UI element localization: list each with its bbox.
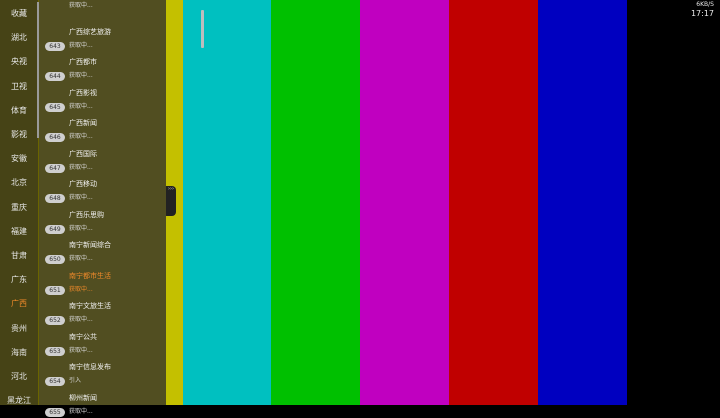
category-item[interactable]: 央视 bbox=[0, 57, 38, 67]
channel-status: 获取中... bbox=[69, 163, 93, 171]
channel-number-badge: 652 bbox=[45, 316, 65, 325]
channel-number-badge: 646 bbox=[45, 133, 65, 142]
channel-row[interactable]: 650 南宁新闻综合 获取中... bbox=[39, 235, 166, 265]
channel-list: 获取中... 643 广西综艺旅游 获取中... 644 广西都市 获取中... 645 广西影… bbox=[39, 0, 204, 417]
color-bar bbox=[627, 0, 720, 405]
channel-row[interactable]: 649 广西乐思购获取中... bbox=[39, 205, 166, 235]
channel-name: 南宁信息发布 bbox=[69, 363, 111, 371]
category-item[interactable]: 安徽 bbox=[0, 154, 38, 164]
channel-name: 广西综艺旅游 bbox=[69, 27, 111, 36]
channel-status: 获取中... bbox=[69, 194, 93, 201]
category-item[interactable]: 影视 bbox=[0, 130, 38, 140]
channel-status: 获取中... bbox=[69, 285, 93, 293]
channel-name: 广西乐思购 bbox=[69, 210, 104, 219]
handle-arrows-icon: ››› bbox=[168, 186, 174, 192]
channel-status: 获取中... bbox=[69, 255, 93, 262]
category-item[interactable]: 福建 bbox=[0, 227, 38, 237]
clock: 17:17 bbox=[690, 9, 714, 18]
channel-name: 广西国际 bbox=[69, 149, 97, 158]
channel-row[interactable]: 647 广西国际获取中... bbox=[39, 144, 166, 174]
channel-row[interactable]: 获取中... bbox=[39, 0, 166, 21]
category-item[interactable]: 收藏 bbox=[0, 9, 38, 19]
channel-name: 南宁都市生活 bbox=[69, 271, 111, 280]
network-speed: 6KB/S bbox=[696, 1, 714, 8]
channel-name: 广西新闻 bbox=[69, 119, 97, 127]
channel-status: 引入 bbox=[69, 377, 82, 384]
status-overlay: 6KB/S 17:17 bbox=[691, 1, 714, 18]
expand-handle[interactable]: ››› bbox=[166, 186, 176, 216]
color-bar bbox=[360, 0, 449, 405]
channel-row[interactable]: 646 广西新闻获取中... bbox=[39, 113, 166, 143]
category-item[interactable]: 贵州 bbox=[0, 324, 38, 334]
category-item[interactable]: 体育 bbox=[0, 106, 38, 116]
channel-row[interactable]: 645 广西影视获取中... bbox=[39, 83, 166, 113]
channel-number-badge: 648 bbox=[45, 194, 65, 203]
channel-name: 南宁公共 bbox=[69, 332, 97, 341]
channel-number-badge: 654 bbox=[45, 377, 65, 386]
category-item[interactable]: 卫视 bbox=[0, 82, 38, 92]
channel-status: 获取中... bbox=[69, 72, 93, 79]
channel-row[interactable]: 652 南宁文旅生活 获取中... bbox=[39, 296, 166, 326]
category-list: 收藏 湖北 央视 卫视 体育 影视 安徽 北京 重庆 福建 甘肃 广东 广西 贵州 海南 河北 黑龙江 bbox=[0, 0, 39, 405]
color-bar bbox=[271, 0, 360, 405]
color-bar bbox=[449, 0, 538, 405]
channel-row[interactable]: 643 广西综艺旅游 获取中... bbox=[39, 22, 166, 52]
channel-number-badge: 653 bbox=[45, 346, 65, 356]
channel-name: 广西移动 bbox=[69, 180, 97, 188]
channel-status: 获取中... bbox=[69, 41, 93, 49]
channel-name: 南宁文旅生活 bbox=[69, 302, 111, 310]
channel-row[interactable]: 644 广西都市获取中... bbox=[39, 52, 166, 82]
category-item[interactable]: 广西 bbox=[0, 299, 38, 309]
category-item[interactable]: 重庆 bbox=[0, 203, 38, 213]
channel-row[interactable]: 655 柳州新闻获取中... bbox=[39, 388, 166, 418]
channel-list-overlay: 收藏 湖北 央视 卫视 体育 影视 安徽 北京 重庆 福建 甘肃 广东 广西 贵州 海南 河北 黑龙江 获取中.… bbox=[0, 0, 204, 417]
channel-number-badge: 651 bbox=[45, 285, 65, 295]
color-bar bbox=[183, 0, 271, 405]
channel-row[interactable]: 654 南宁信息发布 引入 bbox=[39, 357, 166, 387]
channel-status: 获取中... bbox=[69, 346, 93, 354]
channel-number-badge: 649 bbox=[45, 224, 65, 234]
channel-name: 广西都市 bbox=[69, 58, 97, 66]
channel-row[interactable]: 653 南宁公共获取中... bbox=[39, 327, 166, 357]
channel-number-badge: 655 bbox=[45, 407, 65, 417]
color-bar bbox=[538, 0, 627, 405]
category-item[interactable]: 海南 bbox=[0, 348, 38, 358]
channel-name: 南宁新闻综合 bbox=[69, 241, 111, 249]
channel-status: 获取中... bbox=[69, 102, 93, 110]
channel-row[interactable]: 651 南宁都市生活 获取中... bbox=[39, 266, 166, 296]
category-item[interactable]: 广东 bbox=[0, 275, 38, 285]
channel-number-badge: 650 bbox=[45, 255, 65, 264]
channel-scrollbar[interactable] bbox=[201, 10, 204, 48]
channel-name: 广西影视 bbox=[69, 88, 97, 97]
channel-number-badge: 645 bbox=[45, 102, 65, 112]
category-item[interactable]: 北京 bbox=[0, 178, 38, 188]
channel-number-badge: 647 bbox=[45, 163, 65, 173]
category-item[interactable]: 河北 bbox=[0, 372, 38, 382]
channel-number-badge: 644 bbox=[45, 72, 65, 81]
category-item[interactable]: 湖北 bbox=[0, 33, 38, 43]
channel-number-badge: 643 bbox=[45, 41, 65, 51]
channel-name: 柳州新闻 bbox=[69, 393, 97, 402]
channel-status: 获取中... bbox=[69, 316, 93, 323]
channel-status: 获取中... bbox=[69, 133, 93, 140]
category-item[interactable]: 甘肃 bbox=[0, 251, 38, 261]
channel-status: 获取中... bbox=[69, 2, 93, 9]
channel-status: 获取中... bbox=[69, 224, 93, 232]
channel-status: 获取中... bbox=[69, 407, 93, 415]
channel-row[interactable]: 648 广西移动获取中... bbox=[39, 174, 166, 204]
